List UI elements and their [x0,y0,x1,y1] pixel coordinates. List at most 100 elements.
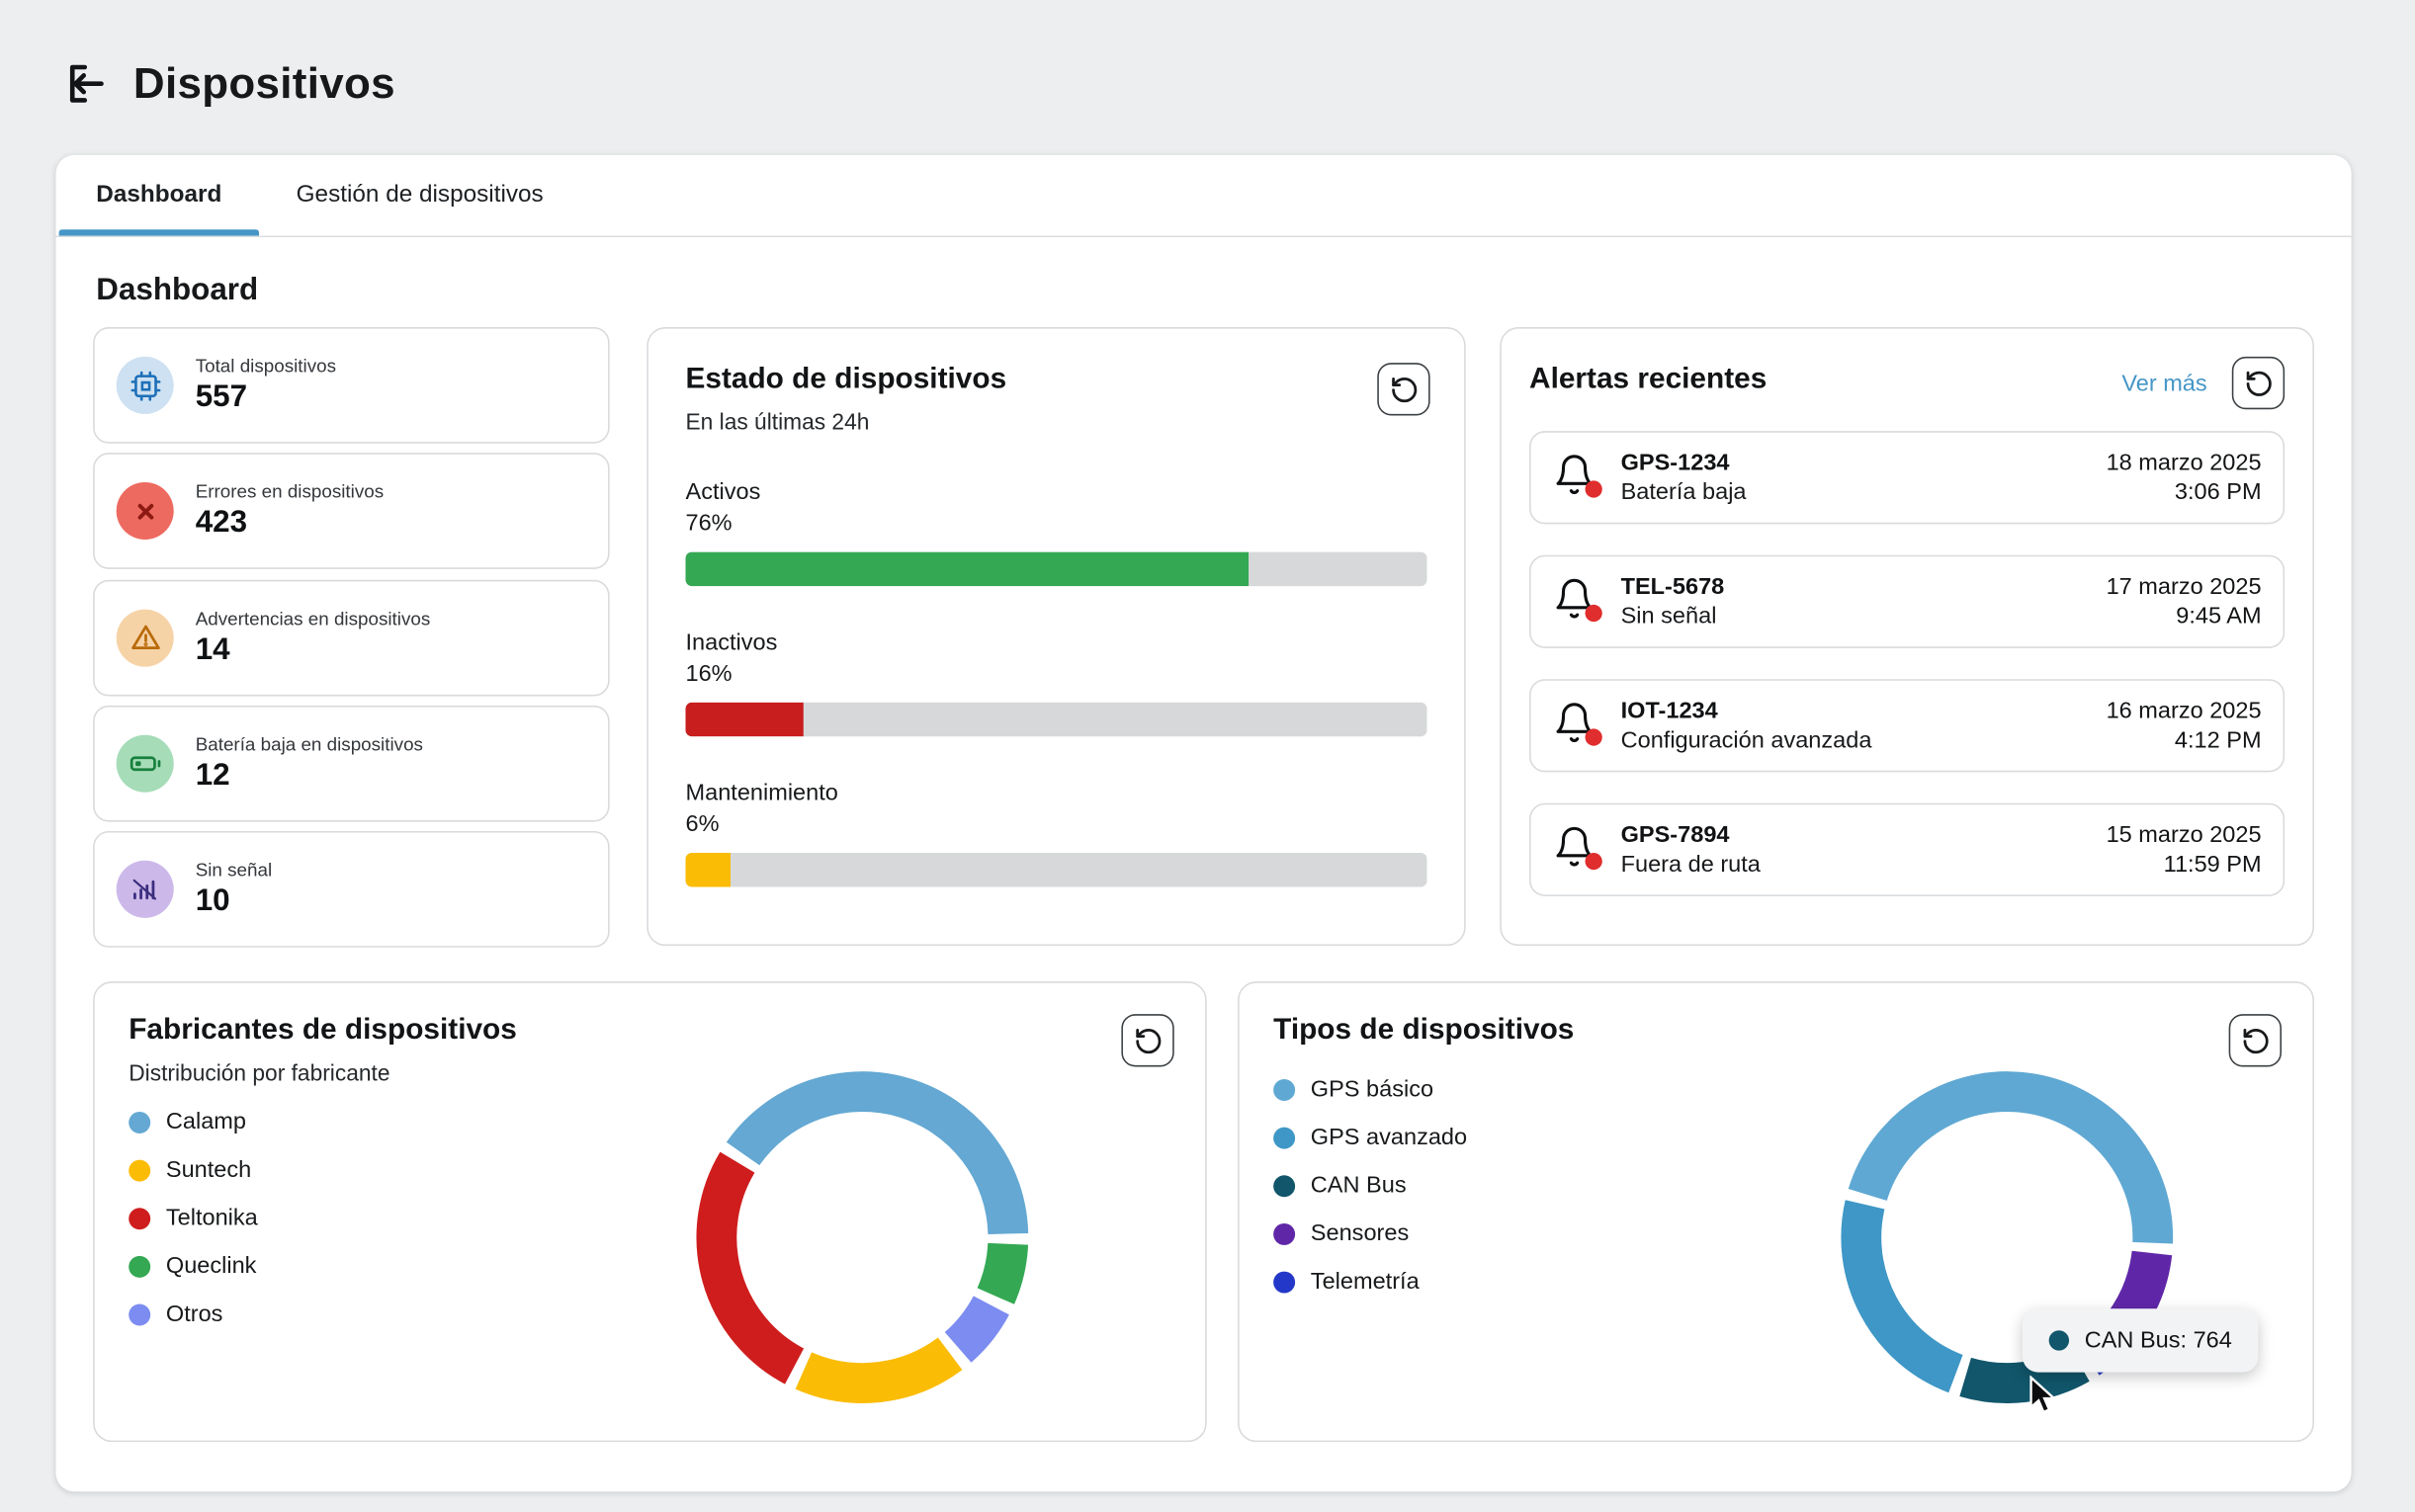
ver-mas-link[interactable]: Ver más [2121,371,2206,397]
main-card: Dashboard Gestión de dispositivos Dashbo… [55,155,2351,1491]
stat-card-bateria: Batería baja en dispositivos 12 [93,706,609,822]
stat-value: 12 [196,758,423,794]
tipos-title: Tipos de dispositivos [1273,1014,2279,1049]
legend-label: Calamp [166,1109,246,1135]
estado-dispositivos-panel: Estado de dispositivos En las últimas 24… [647,327,1465,946]
progress-fill-inactivos [685,703,804,737]
legend-label: Teltonika [166,1205,258,1231]
alert-description: Configuración avanzada [1621,727,1872,754]
tipos-panel: Tipos de dispositivos GPS básico GPS ava… [1238,981,2314,1442]
stat-value: 14 [196,631,431,667]
legend-dot [1273,1175,1295,1197]
warning-triangle-icon [117,609,174,666]
alert-device: IOT-1234 [1621,698,1872,724]
progress-track [685,703,1426,737]
legend-dot [129,1303,150,1325]
donut-segment-otros[interactable] [958,1305,992,1348]
legend-dot [129,1111,150,1133]
tab-gestion-dispositivos[interactable]: Gestión de dispositivos [259,155,580,236]
estado-row-mantenimiento: Mantenimiento 6% [685,779,1426,887]
refresh-icon [2244,369,2274,398]
estado-row-activos: Activos 76% [685,477,1426,586]
legend-dot [1273,1271,1295,1293]
tab-bar: Dashboard Gestión de dispositivos [55,155,2351,237]
alert-device: GPS-7894 [1621,822,1761,849]
legend-dot [129,1255,150,1277]
legend-label: Sensores [1311,1220,1409,1247]
donut-segment-suntech[interactable] [804,1354,950,1384]
donut-segment-queclink[interactable] [995,1244,1007,1297]
stat-label: Batería baja en dispositivos [196,733,423,755]
progress-fill-activos [685,552,1249,587]
chip-icon [117,357,174,414]
estado-title: Estado de dispositivos [685,363,1426,397]
alert-time: 9:45 AM [2107,603,2262,630]
donut-segment-gps-avanzado[interactable] [1861,1205,1956,1374]
stat-label: Advertencias en dispositivos [196,607,431,629]
alert-description: Fuera de ruta [1621,851,1761,878]
tipos-refresh-button[interactable] [2229,1014,2282,1066]
alertas-refresh-button[interactable] [2232,357,2285,409]
estado-percent: 16% [685,659,1426,690]
progress-fill-mantenimiento [685,853,730,887]
alert-time: 3:06 PM [2107,479,2262,506]
alert-row-tel-5678[interactable]: TEL-5678 Sin señal 17 marzo 2025 9:45 AM [1529,555,2285,648]
progress-track [685,853,1426,887]
alert-description: Batería baja [1621,479,1747,506]
stat-value: 557 [196,379,336,415]
fabricantes-title: Fabricantes de dispositivos [129,1014,1170,1049]
tab-dashboard[interactable]: Dashboard [59,155,259,236]
legend-dot [1273,1127,1295,1148]
legend-dot [129,1207,150,1228]
stat-value: 423 [196,506,384,542]
stat-card-sin-senal: Sin señal 10 [93,831,609,948]
alert-dot [1586,480,1602,497]
estado-label: Mantenimiento [685,779,1426,809]
refresh-icon [1389,375,1419,404]
alert-list: GPS-1234 Batería baja 18 marzo 2025 3:06… [1529,431,2285,896]
refresh-icon [2240,1026,2270,1055]
progress-track [685,552,1426,587]
alert-date: 16 marzo 2025 [2107,698,2262,724]
bell-alert-icon [1553,825,1602,875]
page-header: Dispositivos [59,59,395,109]
legend-label: Queclink [166,1253,257,1280]
donut-segment-gps-básico[interactable] [1867,1092,2153,1243]
alert-row-gps-7894[interactable]: GPS-7894 Fuera de ruta 15 marzo 2025 11:… [1529,803,2285,896]
alertas-recientes-panel: Alertas recientes Ver más GPS-1234 [1500,327,2314,946]
fabricantes-refresh-button[interactable] [1121,1014,1173,1066]
legend-dot [1273,1222,1295,1244]
alert-dot [1586,853,1602,870]
legend-label: GPS avanzado [1311,1125,1467,1151]
estado-label: Activos [685,477,1426,508]
alert-row-iot-1234[interactable]: IOT-1234 Configuración avanzada 16 marzo… [1529,679,2285,772]
alert-row-gps-1234[interactable]: GPS-1234 Batería baja 18 marzo 2025 3:06… [1529,431,2285,524]
stat-value: 10 [196,883,272,919]
stat-card-total: Total dispositivos 557 [93,327,609,444]
alert-device: GPS-1234 [1621,450,1747,476]
alert-date: 15 marzo 2025 [2107,822,2262,849]
alert-time: 4:12 PM [2107,727,2262,754]
tab-gestion-label: Gestión de dispositivos [297,182,544,210]
estado-refresh-button[interactable] [1377,363,1429,415]
alert-description: Sin señal [1621,603,1725,630]
fabricantes-panel: Fabricantes de dispositivos Distribución… [93,981,1207,1442]
stat-card-advertencias: Advertencias en dispositivos 14 [93,579,609,696]
donut-segment-teltonika[interactable] [717,1162,795,1366]
estado-subtitle: En las últimas 24h [685,411,1426,436]
legend-label: CAN Bus [1311,1172,1407,1199]
alert-date: 18 marzo 2025 [2107,450,2262,476]
tooltip-series-dot [2049,1330,2069,1350]
refresh-icon [1133,1026,1163,1055]
back-button[interactable] [59,59,109,109]
legend-label: Otros [166,1301,223,1327]
alert-time: 11:59 PM [2107,851,2262,878]
fabricantes-donut-chart[interactable] [676,1051,1049,1424]
alert-dot [1586,605,1602,622]
estado-label: Inactivos [685,628,1426,658]
legend-dot [129,1159,150,1181]
donut-segment-calamp[interactable] [743,1092,1008,1234]
legend-label: Suntech [166,1156,251,1183]
bell-alert-icon [1553,577,1602,627]
mouse-cursor [2027,1376,2058,1416]
